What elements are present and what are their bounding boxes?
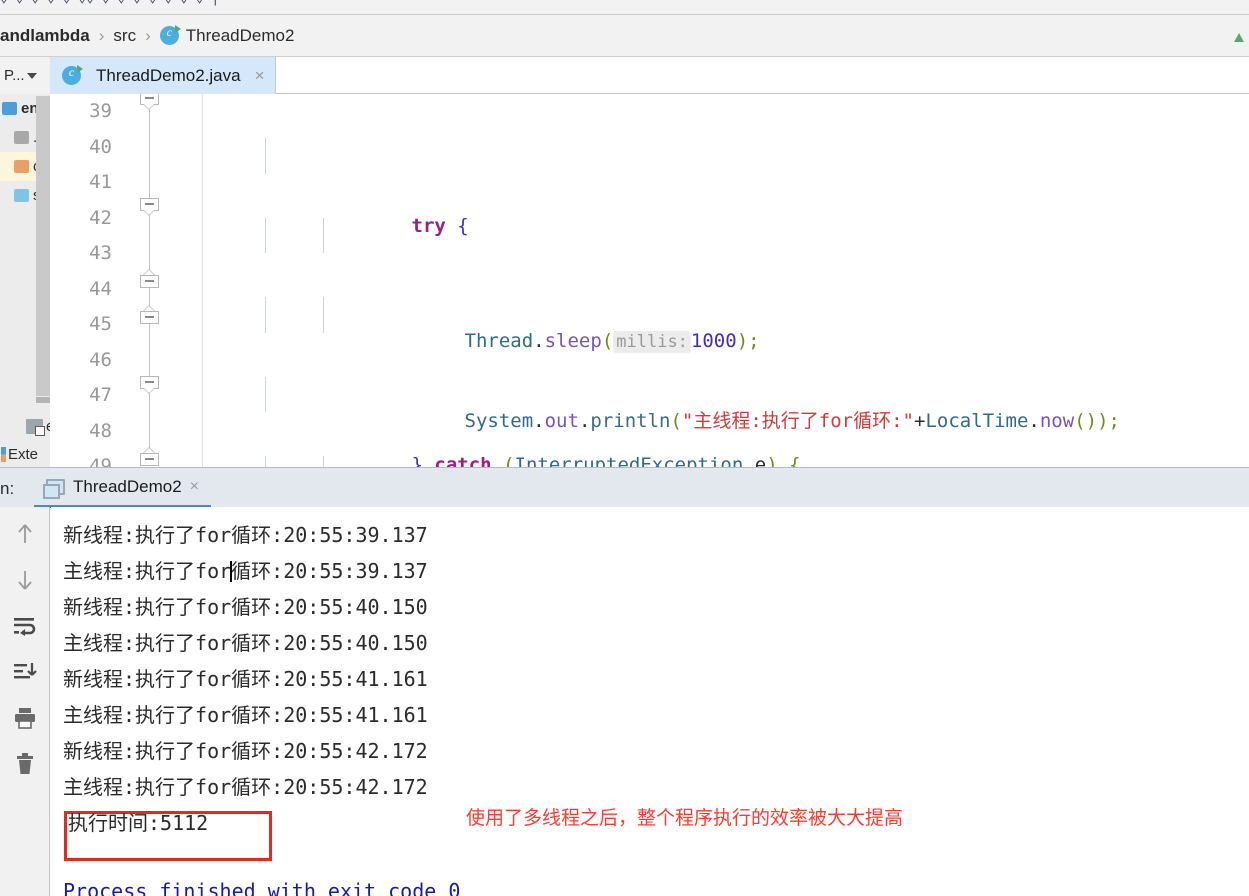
breadcrumb-item-module[interactable]: andlambda — [0, 26, 90, 46]
method-println: println — [590, 409, 671, 432]
run-tab-label: ThreadDemo2 — [73, 476, 182, 496]
console-line: 主线程:执行了for循环:20:55:40.150 — [63, 631, 428, 655]
project-tool-window-button[interactable]: P... — [0, 57, 50, 94]
console-line-text-a: 主线程:执行了for — [63, 559, 232, 583]
folder-blue-icon — [14, 189, 29, 202]
fold-marker-collapse-icon[interactable] — [140, 94, 159, 111]
line-number: 42 — [89, 206, 112, 229]
java-class-icon — [159, 25, 181, 45]
console-exit-line: Process finished with exit code 0 — [63, 879, 461, 896]
literal-1000: 1000 — [690, 330, 737, 352]
ide-window: ⌄ ⌄ ⌄ ⌄ ⌄ ⌄⌄ ⌄ ⌄ ⌄ ⌄ ⌄ ⌄ ⌄ | andlambda ›… — [0, 0, 1249, 896]
code-line-39[interactable]: try { — [215, 138, 1249, 237]
close-icon[interactable]: × — [190, 478, 199, 496]
arrow-up-icon[interactable] — [8, 517, 42, 551]
arrow-down-icon[interactable] — [8, 563, 42, 597]
console-line-with-caret: 主线程:执行了for循环:20:55:39.137 — [63, 553, 1249, 589]
print-icon[interactable] — [8, 701, 42, 735]
run-panel-header: n: ThreadDemo2 × — [0, 467, 1249, 508]
chevron-down-icon[interactable] — [26, 72, 37, 79]
console-line-text-b: 循环:20:55:39.137 — [231, 559, 428, 583]
code-editor[interactable]: 39 40 41 42 43 44 45 46 47 48 49 try {T… — [50, 94, 1249, 467]
fold-marker-end-icon[interactable] — [140, 447, 159, 466]
console-line: 新线程:执行了for循环:20:55:39.137 — [63, 523, 428, 547]
trash-icon[interactable] — [8, 747, 42, 781]
sidebar-item-external-libraries[interactable]: Exte — [0, 446, 38, 463]
line-number: 39 — [89, 100, 112, 122]
line-number: 45 — [89, 313, 112, 335]
line-number: 46 — [89, 348, 112, 371]
project-tool-label: P... — [4, 67, 25, 84]
field-out: out — [544, 409, 579, 432]
console-line: 新线程:执行了for循环:20:55:42.172 — [63, 739, 428, 763]
code-line-42[interactable]: } catch (InterruptedException e) { — [215, 376, 1249, 467]
main-toolbar-strip[interactable]: ⌄ ⌄ ⌄ ⌄ ⌄ ⌄⌄ ⌄ ⌄ ⌄ ⌄ ⌄ ⌄ ⌄ | — [0, 0, 1249, 15]
breadcrumb-item-class[interactable]: ThreadDemo2 — [186, 26, 295, 46]
editor-tab-bar: P... ThreadDemo2.java × — [0, 57, 1249, 94]
console-toolbar[interactable] — [0, 507, 50, 896]
line-number: 43 — [89, 242, 112, 264]
sidebar-scrollbar[interactable] — [36, 96, 50, 396]
folder-orange-icon — [14, 160, 29, 173]
editor-gutter[interactable]: 39 40 41 42 43 44 45 46 47 48 49 — [50, 94, 215, 467]
line-number: 41 — [89, 171, 112, 193]
code-line-43[interactable]: e.printStackTrace(); — [215, 456, 1249, 467]
line-number: 44 — [89, 277, 112, 300]
fold-marker-end-icon[interactable] — [140, 305, 159, 324]
annotation-text: 使用了多线程之后，整个程序执行的效率被大大提高 — [466, 808, 904, 829]
console-line: 主线程:执行了for循环:20:55:42.172 — [63, 775, 428, 799]
close-icon[interactable]: × — [255, 66, 265, 86]
type-thread: Thread — [464, 330, 534, 352]
scroll-to-end-icon[interactable] — [8, 655, 42, 689]
method-sleep: sleep — [544, 330, 602, 352]
code-line-40[interactable]: Thread.sleep(millis: 1000); — [215, 217, 1249, 353]
toolbar-ghost-icons: ⌄ ⌄ ⌄ ⌄ ⌄ ⌄⌄ ⌄ ⌄ ⌄ ⌄ ⌄ ⌄ ⌄ | — [0, 0, 219, 6]
tab-label: ThreadDemo2.java — [96, 65, 241, 85]
console-line: 主线程:执行了for循环:20:55:41.161 — [63, 703, 428, 727]
method-now: now — [1039, 409, 1075, 432]
breadcrumb-item-src[interactable]: src — [113, 26, 136, 46]
external-libraries-icon — [1, 447, 6, 462]
fold-marker-end-icon[interactable] — [140, 269, 159, 288]
console-line: 新线程:执行了for循环:20:55:40.150 — [63, 595, 428, 619]
line-number: 47 — [89, 384, 112, 406]
soft-wrap-icon[interactable] — [8, 609, 42, 643]
fold-marker-collapse-icon[interactable] — [140, 198, 159, 217]
type-localtime: LocalTime — [925, 409, 1029, 432]
line-number: 40 — [89, 135, 112, 158]
inspection-status-indicator-icon[interactable] — [1234, 33, 1244, 42]
breadcrumb[interactable]: andlambda › src › ThreadDemo2 — [0, 15, 1249, 57]
breadcrumb-separator: › — [145, 25, 151, 45]
gutter-divider — [202, 94, 203, 467]
line-number-column: 39 40 41 42 43 44 45 46 47 48 49 — [50, 94, 112, 467]
sidebar-item-label: Exte — [8, 446, 39, 463]
run-tab-threaddemo2[interactable]: ThreadDemo2 × — [34, 468, 212, 508]
type-system: System — [464, 409, 534, 432]
module-icon — [2, 102, 17, 115]
line-number: 48 — [89, 419, 112, 442]
console-icon — [43, 478, 65, 499]
sidebar-item-library[interactable]: e — [4, 418, 50, 436]
code-text-area[interactable]: try { Thread.sleep(millis: 1000); System.… — [215, 94, 1249, 467]
line-number: 49 — [89, 455, 112, 467]
console-line-execution-time: 执行时间:5112 — [68, 811, 209, 835]
sidebar-bottom-section: e Exte — [0, 403, 50, 467]
run-window-label: n: — [0, 479, 15, 498]
folder-gray-icon — [14, 131, 29, 144]
console-line: 新线程:执行了for循环:20:55:41.161 — [63, 667, 428, 691]
breadcrumb-separator: › — [98, 25, 105, 45]
fold-marker-collapse-icon[interactable] — [140, 376, 159, 395]
tab-threaddemo2-java[interactable]: ThreadDemo2.java × — [50, 57, 276, 94]
fold-gutter[interactable] — [138, 94, 162, 467]
string-literal: "主线程:执行了for循环:" — [681, 409, 914, 432]
code-line-41[interactable]: System.out.println("主线程:执行了for循环:"+Local… — [215, 297, 1249, 432]
library-icon — [26, 419, 45, 436]
project-sidebar[interactable]: enum .i o s e Exte — [0, 94, 50, 467]
java-class-icon — [62, 65, 83, 85]
inlay-hint-millis: millis: — [613, 331, 691, 353]
